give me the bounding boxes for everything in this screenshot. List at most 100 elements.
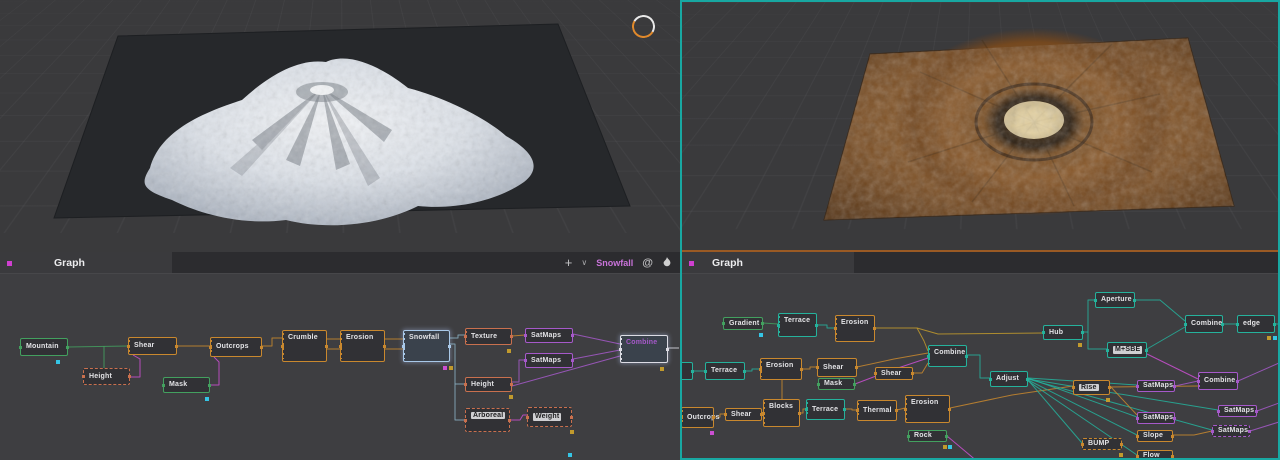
graph-node-bump[interactable]: BUMP	[1081, 438, 1123, 450]
node-port-in[interactable]	[724, 413, 727, 416]
graph-node-thermal[interactable]: Thermal	[856, 400, 898, 421]
node-port-in[interactable]	[834, 327, 837, 330]
graph-node-crumble[interactable]: Crumble	[281, 330, 328, 362]
node-port-out[interactable]	[798, 411, 801, 415]
node-port-out[interactable]	[1248, 429, 1251, 433]
node-port-out[interactable]	[712, 416, 715, 419]
graph-node-edge[interactable]: edge	[1236, 315, 1276, 333]
graph-node-combine[interactable]: Combine	[1184, 315, 1224, 333]
node-port-out[interactable]	[843, 408, 846, 411]
graph-node-satmaps[interactable]: SatMaps	[1136, 380, 1176, 392]
graph-node-snowfall[interactable]: Snowfall	[402, 330, 451, 362]
node-port-out[interactable]	[571, 334, 574, 337]
graph-node-flow[interactable]: Flow	[1136, 450, 1174, 458]
graph-node-satmaps[interactable]: SatMaps	[1136, 412, 1176, 424]
node-port-out[interactable]	[260, 345, 263, 349]
node-graph-canvas-left[interactable]: Mountain Height Shear Mask Outcrops Crumble Er…	[0, 274, 680, 460]
node-port-in[interactable]	[762, 411, 765, 415]
node-port-in[interactable]	[759, 367, 762, 371]
node-port-in[interactable]	[777, 323, 780, 327]
graph-node-erosion[interactable]: Erosion	[339, 330, 386, 362]
node-port-out[interactable]	[510, 383, 513, 386]
node-port-out[interactable]	[761, 322, 764, 325]
node-port-in[interactable]	[682, 416, 683, 419]
node-port-in[interactable]	[82, 375, 85, 378]
node-port-in[interactable]	[464, 335, 467, 338]
node-port-out[interactable]	[666, 347, 669, 351]
graph-node-height[interactable]: Height	[464, 377, 513, 392]
graph-node-slope[interactable]: Slope	[1136, 430, 1174, 442]
node-port-in[interactable]	[339, 344, 342, 348]
node-port-out[interactable]	[66, 345, 69, 349]
graph-node-texture[interactable]: Texture	[464, 328, 513, 345]
node-port-in[interactable]	[1072, 386, 1075, 389]
node-port-out[interactable]	[1120, 442, 1123, 446]
node-port-out[interactable]	[815, 323, 818, 327]
node-port-out[interactable]	[1026, 377, 1029, 381]
node-port-in[interactable]	[1217, 409, 1220, 413]
graph-node-unnamed[interactable]	[682, 362, 694, 380]
graph-node-erosion[interactable]: Erosion	[759, 358, 803, 380]
flame-icon[interactable]	[662, 257, 672, 268]
node-port-in[interactable]	[1136, 454, 1139, 458]
node-port-out[interactable]	[873, 327, 876, 330]
graph-node-satmaps[interactable]: SatMaps	[1211, 425, 1251, 437]
graph-node-terrace[interactable]: Terrace	[805, 399, 846, 420]
add-node-icon[interactable]: +	[565, 256, 573, 269]
node-port-in[interactable]	[209, 345, 212, 349]
chevron-down-icon[interactable]: ∨	[581, 258, 587, 267]
node-port-in[interactable]	[1042, 331, 1045, 334]
graph-node-blocks[interactable]: Blocks	[762, 399, 801, 427]
node-port-in[interactable]	[127, 344, 130, 348]
node-port-in[interactable]	[524, 359, 527, 362]
graph-node-shear[interactable]: Shear	[724, 408, 763, 421]
node-port-in[interactable]	[927, 354, 930, 358]
node-port-out[interactable]	[325, 344, 328, 348]
graph-node-satmaps[interactable]: SatMaps	[1217, 405, 1258, 417]
node-port-in[interactable]	[19, 345, 22, 349]
node-port-out[interactable]	[571, 359, 574, 362]
node-port-out[interactable]	[945, 434, 948, 438]
graph-node-shear[interactable]: Shear	[127, 337, 178, 355]
node-port-out[interactable]	[1171, 434, 1174, 438]
node-port-out[interactable]	[948, 407, 951, 411]
node-port-out[interactable]	[1145, 348, 1148, 352]
graph-node-height[interactable]: Height	[82, 368, 131, 385]
node-port-in[interactable]	[817, 382, 820, 386]
graph-node-aperture[interactable]: Aperture	[1094, 292, 1136, 308]
node-port-in[interactable]	[704, 369, 707, 373]
node-port-out[interactable]	[743, 369, 746, 373]
graph-node-combine[interactable]: Combine	[1197, 372, 1239, 390]
node-port-out[interactable]	[1171, 454, 1174, 458]
node-port-out[interactable]	[911, 372, 914, 375]
node-port-out[interactable]	[1273, 322, 1276, 326]
node-port-in[interactable]	[856, 409, 859, 412]
node-port-out[interactable]	[128, 375, 131, 378]
node-port-in[interactable]	[989, 377, 992, 381]
graph-node-combine[interactable]: Combine	[619, 335, 669, 363]
node-port-in[interactable]	[904, 407, 907, 411]
graph-node-outcrops[interactable]: Outcrops	[682, 407, 720, 428]
graph-node-shear[interactable]: Shear	[816, 358, 858, 377]
node-port-out[interactable]	[448, 344, 451, 348]
node-port-in[interactable]	[1136, 384, 1139, 388]
node-port-out[interactable]	[1133, 298, 1136, 302]
node-port-in[interactable]	[162, 383, 165, 387]
graph-node-satmaps[interactable]: SatMaps	[524, 353, 574, 368]
node-port-in[interactable]	[816, 366, 819, 369]
node-port-in[interactable]	[1197, 379, 1200, 383]
node-port-out[interactable]	[1255, 409, 1258, 413]
graph-node-outcrops[interactable]: Outcrops	[209, 337, 263, 357]
node-port-out[interactable]	[895, 409, 898, 412]
node-port-in[interactable]	[464, 418, 467, 422]
node-port-out[interactable]	[1108, 386, 1111, 389]
graph-node-hub[interactable]: Hub	[1042, 325, 1084, 340]
node-port-in[interactable]	[1136, 416, 1139, 420]
breadcrumb-selected-node[interactable]: Snowfall	[596, 258, 633, 268]
node-port-in[interactable]	[524, 334, 527, 337]
graph-node-rise[interactable]: Rise	[1072, 380, 1111, 395]
node-port-out[interactable]	[1221, 322, 1224, 326]
node-port-out[interactable]	[383, 344, 386, 348]
node-port-out[interactable]	[1081, 331, 1084, 334]
node-port-in[interactable]	[907, 434, 910, 438]
